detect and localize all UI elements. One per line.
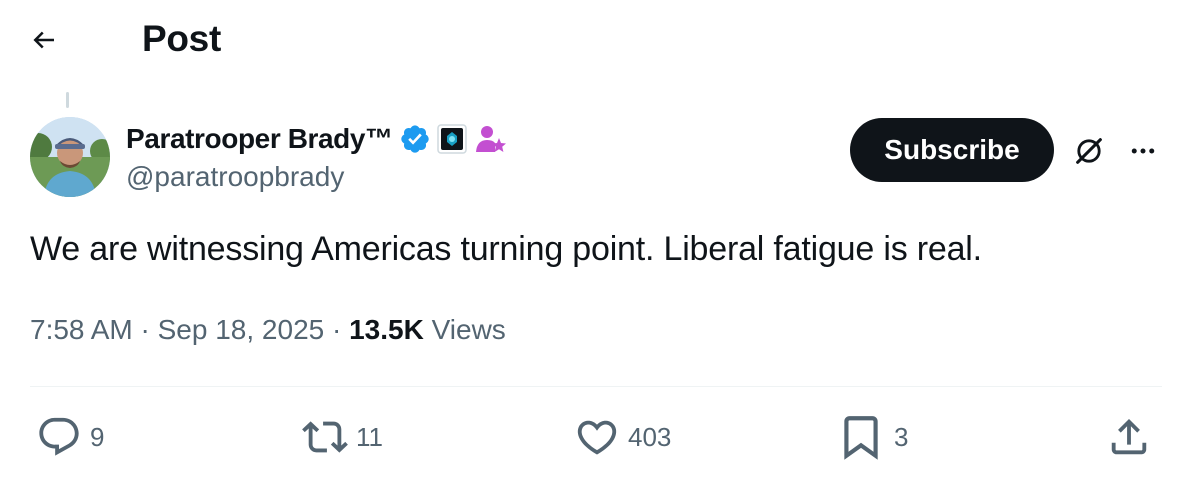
author-handle[interactable]: @paratroopbrady <box>126 161 344 193</box>
post-text: We are witnessing Americas turning point… <box>30 230 982 268</box>
post-time[interactable]: 7:58 AM <box>30 314 133 345</box>
repost-button[interactable]: 11 <box>302 410 383 464</box>
grok-icon <box>1076 138 1102 164</box>
bookmark-icon <box>844 416 878 460</box>
grok-button[interactable] <box>1068 130 1110 172</box>
subscribe-button[interactable]: Subscribe <box>850 118 1054 182</box>
reply-count: 9 <box>90 421 105 452</box>
like-count: 403 <box>628 421 672 452</box>
page-title: Post <box>142 18 221 59</box>
author-display-name[interactable]: Paratrooper Brady™ <box>126 123 393 155</box>
repost-count: 11 <box>356 421 383 452</box>
like-button[interactable]: 403 <box>574 410 671 464</box>
bookmark-button[interactable]: 3 <box>836 410 908 464</box>
subscriber-star-icon[interactable] <box>473 122 507 156</box>
top-header: Post <box>0 0 1192 84</box>
divider <box>30 386 1162 387</box>
avatar-photo <box>30 117 110 197</box>
thread-connector-line <box>66 92 69 108</box>
affiliate-badge-icon[interactable] <box>436 124 467 154</box>
share-button[interactable] <box>1106 410 1152 464</box>
action-bar: 9 11 403 3 <box>0 410 1192 464</box>
heart-icon <box>577 420 617 455</box>
more-options-button[interactable] <box>1122 130 1164 172</box>
verified-badge-icon[interactable] <box>399 123 431 155</box>
reply-icon <box>39 417 79 456</box>
arrow-left-icon <box>33 31 54 49</box>
avatar[interactable] <box>30 117 110 197</box>
post-meta: 7:58 AM · Sep 18, 2025 · 13.5K Views <box>30 314 506 346</box>
meta-separator: · <box>332 314 342 345</box>
share-icon <box>1111 418 1147 455</box>
back-button[interactable] <box>24 20 64 60</box>
post-date[interactable]: Sep 18, 2025 <box>158 314 325 345</box>
views-label: Views <box>431 314 506 345</box>
more-dots-icon <box>1131 148 1155 154</box>
bookmark-count: 3 <box>894 421 909 452</box>
author-name-row: Paratrooper Brady™ <box>126 120 507 158</box>
reply-button[interactable]: 9 <box>36 410 104 464</box>
meta-separator: · <box>140 314 150 345</box>
repost-icon <box>302 421 348 453</box>
views-count: 13.5K <box>349 314 424 345</box>
